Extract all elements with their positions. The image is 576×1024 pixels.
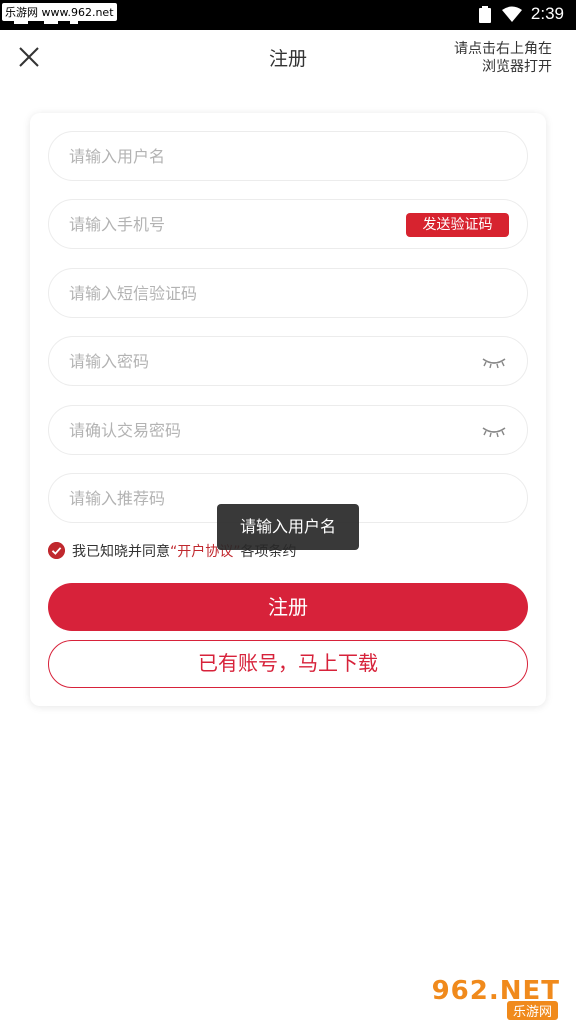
battery-icon	[479, 6, 491, 23]
username-input[interactable]	[49, 132, 527, 180]
agreement-prefix: 我已知晓并同意	[72, 544, 170, 560]
register-card: 发送验证码 我已知晓并同意“开户协议”各	[30, 113, 546, 706]
toast-message: 请输入用户名	[217, 504, 359, 550]
hint-line-1: 请点击右上角在	[454, 41, 552, 57]
eye-closed-icon[interactable]	[481, 355, 507, 369]
have-account-download-button[interactable]: 已有账号，马上下载	[48, 640, 528, 688]
sms-code-input[interactable]	[49, 269, 527, 317]
confirm-password-field	[48, 405, 528, 455]
site-logo-watermark: 962.NET 乐游网	[432, 976, 568, 1020]
status-bar: 乐游网 www.962.net 2:39	[0, 0, 576, 30]
register-button[interactable]: 注册	[48, 583, 528, 631]
sms-code-field	[48, 268, 528, 318]
password-input[interactable]	[49, 337, 527, 385]
watermark-text: 乐游网 www.962.net	[2, 3, 117, 21]
wifi-icon	[502, 6, 522, 22]
phone-field: 发送验证码	[48, 199, 528, 249]
checkbox-checked-icon[interactable]	[48, 542, 65, 559]
hint-line-2: 浏览器打开	[482, 59, 552, 75]
eye-closed-icon[interactable]	[481, 424, 507, 438]
app-bar: 注册 请点击右上角在 浏览器打开	[0, 30, 576, 86]
notification-icons	[14, 21, 78, 24]
logo-text-bottom: 乐游网	[506, 1001, 558, 1020]
username-field	[48, 131, 528, 181]
send-code-button[interactable]: 发送验证码	[406, 213, 509, 237]
open-in-browser-hint: 请点击右上角在 浏览器打开	[422, 40, 552, 76]
confirm-password-input[interactable]	[49, 406, 527, 454]
password-field	[48, 336, 528, 386]
clock: 2:39	[530, 4, 564, 23]
